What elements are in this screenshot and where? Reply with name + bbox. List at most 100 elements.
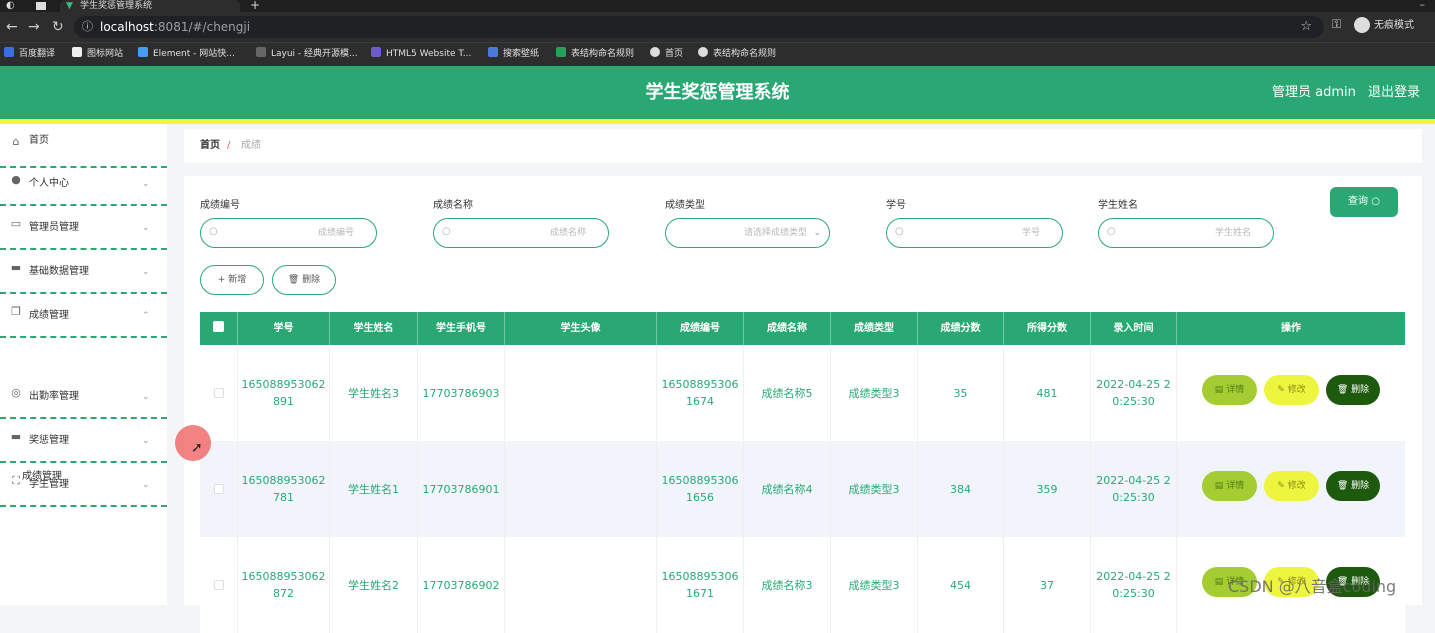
sidebar-item-rewards[interactable]: ▬ 奖惩管理 ⌄ (0, 419, 167, 463)
cell-score-name: 成绩名称3 (744, 537, 831, 633)
address-bar[interactable]: ⓘ localhost:8081/#/chengji ☆ (74, 16, 1324, 38)
delete-button[interactable]: 🗑 删除 (1326, 375, 1380, 405)
batch-delete-button[interactable]: 🗑 删除 (272, 265, 336, 295)
cell-student-name: 学生姓名3 (330, 345, 418, 441)
trash-icon: 🗑 (287, 275, 300, 285)
browser-menu-icon[interactable]: ◐ (6, 0, 15, 12)
edit-button[interactable]: ✎ 修改 (1264, 375, 1319, 405)
chevron-down-icon: ⌄ (142, 223, 150, 233)
query-button[interactable]: 查询 ○ (1330, 187, 1398, 217)
browser-tab[interactable]: ▼ 学生奖惩管理系统 (60, 0, 240, 12)
sidebar-item-personal[interactable]: ● 个人中心 ⌄ (0, 162, 167, 206)
bookmark-item[interactable]: Element - 网站快... (138, 43, 235, 65)
bookmark-item[interactable]: Layui - 经典开源模... (256, 43, 358, 65)
score-code-input[interactable]: ○ 成绩编号 (200, 218, 377, 248)
document-icon: ▤ (1214, 385, 1224, 395)
url-path: :8081/#/chengji (153, 20, 251, 34)
edit-button[interactable]: ✎ 修改 (1264, 471, 1319, 501)
forward-icon[interactable]: → (28, 18, 40, 36)
bookmark-item[interactable]: 搜索壁纸 (488, 43, 539, 65)
bookmark-item[interactable]: HTML5 Website T... (371, 43, 471, 65)
incognito-indicator[interactable]: 无痕模式 (1354, 16, 1414, 36)
new-tab-icon[interactable]: + (250, 0, 260, 12)
globe-icon (650, 47, 660, 57)
home-icon: ⌂ (12, 135, 20, 148)
back-icon[interactable]: ← (6, 18, 18, 36)
window-icon (36, 2, 46, 10)
app-header: 学生奖惩管理系统 管理员 admin 退出登录 (0, 66, 1435, 119)
chevron-up-icon: ⌃ (142, 311, 150, 321)
bookmark-item[interactable]: 表结构命名规则 (698, 43, 776, 65)
checkbox-icon (213, 321, 224, 332)
cell-phone: 17703786903 (418, 345, 505, 441)
student-no-input[interactable]: ○ 学号 (886, 218, 1063, 248)
bookmark-item[interactable]: 百度翻译 (4, 43, 55, 65)
translate-icon (4, 47, 14, 57)
checkbox-icon (213, 484, 224, 494)
student-name-input[interactable]: ○ 学生姓名 (1098, 218, 1274, 248)
user-icon: ● (11, 173, 21, 186)
chevron-down-icon: ⌄ (813, 228, 821, 238)
cell-score-code: 16508895306 1674 (657, 345, 744, 441)
checkbox-icon (213, 388, 224, 398)
cell-avatar (505, 537, 657, 633)
cell-time: 2022-04-25 2 0:25:30 (1091, 345, 1177, 441)
minimize-icon[interactable]: – (1420, 0, 1426, 11)
cell-student-name: 学生姓名1 (330, 441, 418, 537)
column-header: 学生姓名 (330, 312, 418, 345)
bookmark-item[interactable]: 图标网站 (72, 43, 123, 65)
score-name-input[interactable]: ○ 成绩名称 (433, 218, 609, 248)
pencil-icon: ✎ (1277, 481, 1285, 491)
chevron-down-icon: ⌄ (142, 267, 150, 277)
breadcrumb-current: 成绩 (241, 140, 261, 151)
row-checkbox[interactable] (200, 537, 238, 633)
select-all-checkbox[interactable] (200, 312, 238, 345)
column-header: 学生手机号 (418, 312, 505, 345)
cell-score-type: 成绩类型3 (831, 345, 918, 441)
wallpaper-icon (488, 47, 498, 57)
vue-icon: ▼ (66, 1, 73, 11)
search-icon: ○ (895, 226, 904, 237)
app-title: 学生奖惩管理系统 (645, 82, 790, 103)
cell-score-type: 成绩类型3 (831, 441, 918, 537)
filter-label-score-name: 成绩名称 (433, 200, 473, 211)
site-info-icon[interactable]: ⓘ (82, 16, 93, 38)
bookmark-star-icon[interactable]: ☆ (1300, 16, 1312, 38)
search-icon: ○ (209, 226, 218, 237)
watermark: CSDN @八音盒coding (1228, 577, 1397, 596)
incognito-label: 无痕模式 (1374, 20, 1414, 31)
search-icon: ○ (442, 226, 451, 237)
row-checkbox[interactable] (200, 345, 238, 441)
cell-score-code: 16508895306 1671 (657, 537, 744, 633)
chevron-down-icon: ⌄ (142, 392, 150, 402)
filter-label-student-no: 学号 (886, 200, 906, 211)
cell-earned: 481 (1004, 345, 1091, 441)
table-row: 165088953062 781 学生姓名1 17703786901 165088… (200, 441, 1405, 537)
flag-icon (72, 47, 82, 57)
delete-button[interactable]: 🗑 删除 (1326, 471, 1380, 501)
current-user: 管理员 admin (1272, 85, 1356, 100)
reload-icon[interactable]: ↻ (52, 18, 64, 36)
key-icon[interactable]: ⚿ (1332, 17, 1341, 32)
sidebar-item-admins[interactable]: ▭ 管理员管理 ⌄ (0, 206, 167, 250)
cell-score-type: 成绩类型3 (831, 537, 918, 633)
filter-label-score-type: 成绩类型 (665, 200, 705, 211)
sidebar-item-attendance[interactable]: ◎ 出勤率管理 ⌄ (0, 375, 167, 419)
detail-button[interactable]: ▤ 详情 (1202, 375, 1257, 405)
breadcrumb-home[interactable]: 首页 (200, 129, 220, 163)
sidebar-item-students[interactable]: ⛶ 学生管理 ⌄ (0, 463, 167, 507)
detail-button[interactable]: ▤ 详情 (1202, 471, 1257, 501)
score-type-select[interactable]: 请选择成绩类型 ⌄ (665, 218, 830, 248)
cell-phone: 17703786901 (418, 441, 505, 537)
dashboard-icon: ◎ (11, 386, 21, 399)
logout-link[interactable]: 退出登录 (1368, 66, 1420, 119)
chevron-down-icon: ⌄ (142, 179, 150, 189)
cell-avatar (505, 345, 657, 441)
html5-icon (371, 47, 381, 57)
sidebar-item-basic-data[interactable]: ▬ 基础数据管理 ⌄ (0, 250, 167, 294)
sidebar-item-scores[interactable]: ❐ 成绩管理 ⌃ (0, 294, 167, 338)
add-button[interactable]: + 新增 (200, 265, 264, 295)
copy-icon: ❐ (11, 305, 21, 318)
bookmark-item[interactable]: 表结构命名规则 (556, 43, 634, 65)
bookmark-item[interactable]: 首页 (650, 43, 683, 65)
